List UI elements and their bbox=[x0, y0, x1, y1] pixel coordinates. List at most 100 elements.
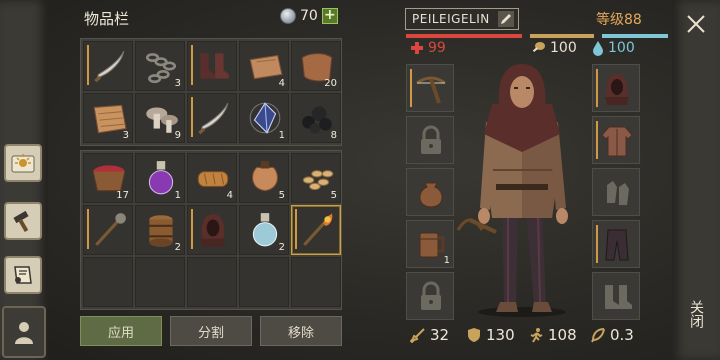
defense-stat: 130 bbox=[466, 326, 515, 344]
inventory-slot[interactable]: 3 bbox=[135, 41, 185, 91]
lock-icon bbox=[421, 125, 441, 154]
close-label: 关闭 bbox=[688, 300, 704, 328]
hunger-value: 100 bbox=[550, 40, 577, 56]
torch-icon bbox=[303, 213, 333, 246]
close-panel[interactable]: 关闭 bbox=[672, 0, 720, 360]
feather-icon bbox=[591, 328, 605, 343]
defense-value: 130 bbox=[486, 326, 515, 344]
gloves-icon bbox=[607, 181, 629, 205]
scimitar-icon bbox=[198, 102, 229, 135]
weight-stat: 0.3 bbox=[590, 326, 634, 344]
item-count: 3 bbox=[122, 130, 129, 141]
inventory-slot[interactable] bbox=[83, 205, 133, 255]
hunger-bar bbox=[530, 34, 594, 38]
coin-counter: 70 + bbox=[280, 8, 338, 24]
equip-slot-hands[interactable] bbox=[592, 168, 640, 216]
hood-icon bbox=[605, 74, 629, 105]
inventory-slot[interactable] bbox=[187, 205, 237, 255]
inventory-slot[interactable] bbox=[187, 41, 237, 91]
jacket-icon bbox=[601, 126, 633, 157]
sun-scroll-icon bbox=[11, 154, 35, 173]
water-value: 100 bbox=[608, 40, 635, 56]
hammer-icon bbox=[13, 210, 29, 233]
running-icon bbox=[530, 328, 543, 343]
water-stat: 100 bbox=[592, 40, 635, 56]
equip-slot-locked-2 bbox=[406, 272, 454, 320]
item-count: 1 bbox=[174, 190, 181, 201]
inventory-slot[interactable]: 4 bbox=[187, 153, 237, 203]
side-tab-recipes[interactable] bbox=[4, 144, 42, 182]
scimitar-icon bbox=[94, 50, 125, 83]
inventory-slot[interactable]: 4 bbox=[239, 41, 289, 91]
inventory-slot[interactable] bbox=[187, 93, 237, 143]
mace-icon bbox=[95, 213, 126, 246]
apply-button[interactable]: 应用 bbox=[80, 316, 162, 346]
item-count: 4 bbox=[278, 78, 285, 89]
boots-icon bbox=[605, 285, 632, 309]
durability-bar bbox=[87, 45, 89, 85]
equip-slot-head[interactable] bbox=[592, 64, 640, 112]
item-count: 2 bbox=[278, 242, 285, 253]
inventory-slot[interactable]: 9 bbox=[135, 93, 185, 143]
status-bars bbox=[406, 34, 668, 38]
item-count: 1 bbox=[443, 255, 450, 266]
side-menu bbox=[0, 0, 48, 360]
equip-slot-locked-1 bbox=[406, 116, 454, 164]
health-stat: 99 bbox=[410, 40, 446, 56]
inventory-slot[interactable]: 20 bbox=[291, 41, 341, 91]
equip-slot-legs[interactable] bbox=[592, 220, 640, 268]
boots-icon bbox=[200, 53, 229, 79]
equip-slot-chest[interactable] bbox=[592, 116, 640, 164]
inventory-slot-empty[interactable] bbox=[83, 257, 133, 307]
inventory-slot-empty[interactable] bbox=[291, 257, 341, 307]
drumstick-icon bbox=[532, 42, 545, 53]
inventory-slot[interactable]: 5 bbox=[291, 153, 341, 203]
health-cross-icon bbox=[411, 42, 423, 54]
inventory-slot[interactable]: 3 bbox=[83, 93, 133, 143]
split-button[interactable]: 分割 bbox=[170, 316, 252, 346]
attack-value: 32 bbox=[430, 326, 450, 344]
durability-bar bbox=[295, 209, 297, 249]
item-count: 1 bbox=[278, 130, 285, 141]
side-tab-crafting[interactable] bbox=[4, 202, 42, 240]
side-tab-quests[interactable] bbox=[4, 256, 42, 294]
item-count: 8 bbox=[330, 130, 337, 141]
inventory-slot[interactable]: 2 bbox=[135, 205, 185, 255]
inventory-grid-backpack: 17 1 4 5 5 2 2 bbox=[80, 150, 342, 310]
equip-slot-feet[interactable] bbox=[592, 272, 640, 320]
character-name-tag[interactable]: PEILEIGELIN bbox=[405, 8, 519, 30]
edit-name-icon[interactable] bbox=[497, 11, 514, 27]
sword-icon bbox=[410, 328, 425, 343]
inventory-slot[interactable]: 5 bbox=[239, 153, 289, 203]
durability-bar bbox=[191, 97, 193, 137]
inventory-title: 物品栏 bbox=[84, 10, 130, 28]
equip-slot-bag[interactable] bbox=[406, 168, 454, 216]
inventory-slot-empty[interactable] bbox=[187, 257, 237, 307]
inventory-slot[interactable]: 1 bbox=[239, 93, 289, 143]
equip-slot-weapon[interactable] bbox=[406, 64, 454, 112]
inventory-slot-empty[interactable] bbox=[239, 257, 289, 307]
pouch-icon bbox=[419, 182, 443, 208]
inventory-slot-empty[interactable] bbox=[135, 257, 185, 307]
attack-stat: 32 bbox=[410, 326, 449, 344]
durability-bar bbox=[410, 69, 412, 107]
weight-value: 0.3 bbox=[610, 326, 634, 344]
inventory-slot[interactable]: 17 bbox=[83, 153, 133, 203]
coin-amount: 70 bbox=[300, 8, 318, 24]
item-count: 3 bbox=[174, 78, 181, 89]
inventory-slot[interactable] bbox=[291, 205, 341, 255]
inventory-slot[interactable]: 1 bbox=[135, 153, 185, 203]
side-tab-character[interactable] bbox=[2, 306, 46, 358]
add-coins-button[interactable]: + bbox=[321, 8, 338, 24]
water-drop-icon bbox=[593, 41, 603, 56]
item-count: 9 bbox=[174, 130, 181, 141]
close-icon[interactable] bbox=[684, 12, 708, 36]
inventory-slot[interactable]: 8 bbox=[291, 93, 341, 143]
equip-slot-tool[interactable]: 1 bbox=[406, 220, 454, 268]
inventory-slot[interactable]: 2 bbox=[239, 205, 289, 255]
item-count: 17 bbox=[116, 190, 129, 201]
inventory-grid-main: 3 4 20 3 9 1 8 bbox=[80, 38, 342, 146]
lock-icon bbox=[421, 281, 441, 310]
inventory-slot[interactable] bbox=[83, 41, 133, 91]
remove-button[interactable]: 移除 bbox=[260, 316, 342, 346]
